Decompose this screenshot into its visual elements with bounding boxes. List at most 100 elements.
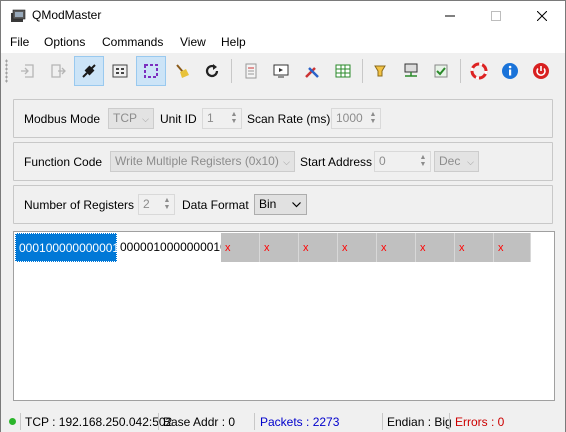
- minimize-button[interactable]: [427, 1, 473, 31]
- register-cell-5[interactable]: x: [338, 233, 377, 262]
- unit-id-spinbox[interactable]: 1 ▲ ▼: [202, 108, 242, 129]
- register-cell-3[interactable]: x: [260, 233, 299, 262]
- network-icon: [404, 63, 418, 77]
- help-button[interactable]: [464, 56, 494, 86]
- scan-rate-spinbox[interactable]: 1000 ▲ ▼: [331, 108, 381, 129]
- log-button[interactable]: [236, 56, 266, 86]
- data-format-value: Bin: [259, 197, 277, 211]
- menu-file[interactable]: File: [10, 35, 29, 49]
- start-address-value: 0: [379, 154, 386, 168]
- maximize-icon: [491, 11, 501, 21]
- maximize-button[interactable]: [473, 1, 519, 31]
- refresh-icon: [205, 64, 219, 78]
- minimize-icon: [445, 15, 455, 17]
- scan-rate-label: Scan Rate (ms): [247, 112, 331, 126]
- function-group: Function Code Write Multiple Registers (…: [13, 142, 553, 181]
- address-format-combo[interactable]: Dec ⌵: [434, 151, 479, 172]
- function-code-label: Function Code: [24, 155, 103, 169]
- register-cell-9[interactable]: x: [494, 233, 531, 262]
- check-icon: [434, 64, 448, 78]
- data-format-label: Data Format: [182, 198, 249, 212]
- spin-arrows-icon: ▲ ▼: [419, 154, 427, 168]
- info-button[interactable]: [495, 56, 525, 86]
- clear-icon: [176, 64, 189, 78]
- toolbar-separator: [460, 59, 461, 83]
- function-code-combo[interactable]: Write Multiple Registers (0x10) ⌵: [110, 151, 295, 172]
- info-icon: [502, 63, 518, 79]
- register-cell-1[interactable]: 0000010000000010: [117, 233, 227, 262]
- status-errors: Errors : 0: [455, 415, 505, 429]
- settings-icon: [374, 65, 386, 77]
- bus-monitor-button[interactable]: [105, 56, 135, 86]
- status-base-addr: Base Addr : 0: [163, 415, 236, 429]
- bus-monitor-icon: [112, 64, 128, 78]
- register-cell-0[interactable]: 0001000000000011: [15, 233, 125, 262]
- status-separator: [382, 413, 383, 430]
- start-address-label: Start Address: [300, 155, 373, 169]
- help-icon: [470, 62, 488, 80]
- spin-arrows-icon: ▲ ▼: [369, 111, 377, 125]
- table-icon: [335, 64, 351, 78]
- scan-rate-value: 1000: [336, 111, 363, 125]
- tools-icon: [305, 67, 319, 78]
- register-cell-6[interactable]: x: [377, 233, 416, 262]
- close-icon: [537, 11, 547, 21]
- function-code-value: Write Multiple Registers (0x10): [115, 154, 279, 168]
- unit-id-value: 1: [207, 111, 214, 125]
- monitor-button[interactable]: [266, 56, 296, 86]
- num-registers-value: 2: [143, 197, 150, 211]
- exit-icon: [533, 63, 549, 79]
- menu-bar: File Options Commands View Help: [1, 31, 565, 53]
- register-cell-2[interactable]: x: [221, 233, 260, 262]
- chevron-down-icon: ⌵: [467, 157, 474, 167]
- main-window: QModMaster File Options Commands View He…: [0, 0, 566, 432]
- tools-button[interactable]: [297, 56, 327, 86]
- modbus-mode-combo[interactable]: TCP ⌵: [108, 108, 154, 129]
- window-title: QModMaster: [32, 8, 102, 22]
- connect-button[interactable]: [13, 56, 43, 86]
- menu-view[interactable]: View: [180, 35, 206, 49]
- title-bar: QModMaster: [1, 1, 565, 31]
- connection-status-icon: [9, 418, 16, 425]
- table-button[interactable]: [328, 56, 358, 86]
- register-cell-7[interactable]: x: [416, 233, 455, 262]
- plug-icon: [82, 64, 96, 78]
- disconnect-button[interactable]: [43, 56, 73, 86]
- toolbar-separator: [231, 59, 232, 83]
- close-button[interactable]: [519, 1, 565, 31]
- check-button[interactable]: [426, 56, 456, 86]
- num-registers-spinbox[interactable]: 2 ▲ ▼: [138, 194, 175, 215]
- menu-help[interactable]: Help: [221, 35, 246, 49]
- modbus-mode-value: TCP: [113, 111, 137, 125]
- data-format-combo[interactable]: Bin: [254, 194, 307, 215]
- disconnect-icon: [51, 64, 66, 78]
- chevron-down-icon: [292, 202, 301, 208]
- settings-button[interactable]: [365, 56, 395, 86]
- registers-table: 0001000000000011 0000010000000010 x x x …: [13, 231, 555, 401]
- toolbar-grip[interactable]: [5, 59, 8, 83]
- menu-options[interactable]: Options: [44, 35, 85, 49]
- clear-button[interactable]: [167, 56, 197, 86]
- log-icon: [245, 63, 257, 79]
- status-separator: [449, 413, 450, 430]
- refresh-button[interactable]: [197, 56, 227, 86]
- registers-group: Number of Registers 2 ▲ ▼ Data Format Bin: [13, 185, 553, 224]
- address-format-value: Dec: [439, 154, 461, 168]
- register-cell-4[interactable]: x: [299, 233, 338, 262]
- status-separator: [20, 413, 21, 430]
- status-separator: [158, 413, 159, 430]
- register-cell-8[interactable]: x: [455, 233, 494, 262]
- modbus-mode-label: Modbus Mode: [24, 112, 101, 126]
- read-write-button[interactable]: [136, 56, 166, 86]
- status-separator: [254, 413, 255, 430]
- start-address-spinbox[interactable]: 0 ▲ ▼: [374, 151, 431, 172]
- app-icon: [11, 9, 26, 22]
- network-button[interactable]: [396, 56, 426, 86]
- plug-button[interactable]: [74, 56, 104, 86]
- menu-commands[interactable]: Commands: [102, 35, 163, 49]
- chevron-down-icon: ⌵: [142, 114, 149, 124]
- exit-button[interactable]: [526, 56, 556, 86]
- spin-arrows-icon: ▲ ▼: [230, 111, 238, 125]
- num-registers-label: Number of Registers: [24, 198, 135, 212]
- status-packets: Packets : 2273: [260, 415, 340, 429]
